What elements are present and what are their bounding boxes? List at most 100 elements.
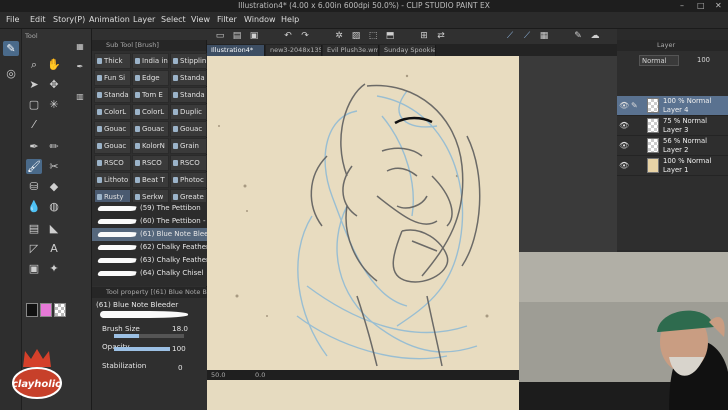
fill-selection-icon[interactable]: ▨ bbox=[350, 31, 362, 42]
brush-list-item-selected[interactable]: (61) Blue Note Bleeder bbox=[92, 228, 207, 241]
figure-icon[interactable]: ◣ bbox=[46, 221, 62, 236]
pen-icon[interactable]: ✒ bbox=[26, 139, 42, 154]
visibility-eye-icon[interactable]: 👁 bbox=[619, 161, 629, 170]
sub-color-swatch[interactable] bbox=[40, 303, 52, 317]
tab-evil-plush[interactable]: Evil Plush3e.wm bbox=[323, 45, 379, 56]
visibility-eye-icon[interactable]: 👁 bbox=[619, 141, 629, 150]
brush-cell[interactable]: Fun Si bbox=[94, 70, 131, 86]
select-all-icon[interactable]: ⬒ bbox=[384, 31, 396, 42]
minimize-button[interactable]: – bbox=[680, 1, 684, 10]
brush-list-item[interactable]: (60) The Pettibon - Nasty bbox=[92, 215, 207, 228]
brush-cell[interactable]: RSCO bbox=[94, 155, 131, 171]
menu-select[interactable]: Select bbox=[161, 15, 186, 24]
brush-cell[interactable]: Beat T bbox=[132, 172, 169, 188]
fill-icon[interactable]: ◍ bbox=[46, 199, 62, 214]
flip-icon[interactable]: ⇄ bbox=[435, 31, 447, 42]
zoom-readout[interactable]: 50.0 bbox=[211, 371, 225, 379]
brush-cell[interactable]: Gouac bbox=[94, 138, 131, 154]
rotation-readout[interactable]: 0.0 bbox=[255, 371, 265, 379]
redo-icon[interactable]: ↷ bbox=[299, 31, 311, 42]
menu-story[interactable]: Story(P) bbox=[53, 15, 85, 24]
sub-tool-side-icon[interactable]: ▦ bbox=[72, 39, 88, 54]
brush-cell[interactable]: Thick bbox=[94, 53, 131, 69]
selection-icon[interactable]: ▢ bbox=[26, 97, 42, 112]
opacity-value[interactable]: 100 bbox=[172, 344, 186, 353]
pattern-icon[interactable]: ▥ bbox=[72, 89, 88, 104]
visibility-eye-icon[interactable]: 👁 bbox=[619, 101, 629, 110]
brush-list-item[interactable]: (62) Chalky Featherer - Smooth bbox=[92, 241, 207, 254]
pencil-icon[interactable]: ✏ bbox=[46, 139, 62, 154]
brush-cell[interactable]: ColorL bbox=[94, 104, 131, 120]
brush-cell[interactable]: Grain bbox=[170, 138, 207, 154]
menu-edit[interactable]: Edit bbox=[30, 15, 46, 24]
main-color-swatch[interactable] bbox=[26, 303, 38, 317]
brush-cell[interactable]: Lithoto bbox=[94, 172, 131, 188]
tab-sunday-spookie[interactable]: Sunday Spookie bbox=[380, 45, 436, 56]
brush-cell[interactable]: Photoc bbox=[170, 172, 207, 188]
visibility-eye-icon[interactable]: 👁 bbox=[619, 121, 629, 130]
menu-animation[interactable]: Animation bbox=[89, 15, 130, 24]
tab-illustration4[interactable]: Illustration4* bbox=[207, 45, 265, 56]
brush-icon[interactable]: 🖌 bbox=[26, 159, 42, 174]
snap-grid-icon[interactable]: ⟋ bbox=[521, 31, 533, 42]
blend-mode-select[interactable]: Normal bbox=[639, 55, 679, 66]
brush-cell[interactable]: Gouac bbox=[170, 121, 207, 137]
brush-list-item[interactable]: (59) The Pettibon bbox=[92, 202, 207, 215]
menu-help[interactable]: Help bbox=[281, 15, 299, 24]
decoration-icon[interactable]: ✂ bbox=[46, 159, 62, 174]
brush-cell[interactable]: Tom E bbox=[132, 87, 169, 103]
brush-cell[interactable]: Edge bbox=[132, 70, 169, 86]
save-icon[interactable]: ▣ bbox=[248, 31, 260, 42]
opacity-slider[interactable] bbox=[114, 347, 170, 351]
layer-row[interactable]: 👁 56 % Normal Layer 2 bbox=[617, 136, 728, 156]
brush-tool-icon[interactable]: ✎ bbox=[3, 41, 19, 56]
cloud-icon[interactable]: ☁ bbox=[589, 31, 601, 42]
brush-cell[interactable]: ColorL bbox=[132, 104, 169, 120]
brush-cell[interactable]: Standa bbox=[170, 70, 207, 86]
brush-list-item[interactable]: (64) Chalky Chisel bbox=[92, 267, 207, 280]
brush-cell[interactable]: Standa bbox=[170, 87, 207, 103]
brush-cell[interactable]: Stipplin bbox=[170, 53, 207, 69]
transparent-color-swatch[interactable] bbox=[54, 303, 66, 317]
pen-group-icon[interactable]: ✒ bbox=[72, 59, 88, 74]
brush-cell[interactable]: Gouac bbox=[132, 121, 169, 137]
brush-cell[interactable]: Standa bbox=[94, 87, 131, 103]
frame-icon[interactable]: ▣ bbox=[26, 261, 42, 276]
assist-icon[interactable]: ✎ bbox=[572, 31, 584, 42]
close-window-button[interactable]: ✕ bbox=[715, 1, 722, 10]
gradient-icon[interactable]: ▤ bbox=[26, 221, 42, 236]
brush-size-slider[interactable] bbox=[114, 334, 184, 338]
layer-opacity-input[interactable]: 100 bbox=[697, 55, 725, 66]
balloon-icon[interactable]: ✦ bbox=[46, 261, 62, 276]
open-icon[interactable]: ▤ bbox=[231, 31, 243, 42]
operation-icon[interactable]: ➤ bbox=[26, 77, 42, 92]
clear-icon[interactable]: ✲ bbox=[333, 31, 345, 42]
blend-icon[interactable]: 💧 bbox=[26, 199, 42, 214]
brush-cell[interactable]: Gouac bbox=[94, 121, 131, 137]
text-icon[interactable]: A bbox=[46, 241, 62, 256]
undo-icon[interactable]: ↶ bbox=[282, 31, 294, 42]
menu-window[interactable]: Window bbox=[244, 15, 276, 24]
brush-cell[interactable]: KolorN bbox=[132, 138, 169, 154]
transform-icon[interactable]: ⬚ bbox=[367, 31, 379, 42]
snap-ruler-icon[interactable]: ⟋ bbox=[504, 31, 516, 42]
invert-icon[interactable]: ⊞ bbox=[418, 31, 430, 42]
menu-filter[interactable]: Filter bbox=[217, 15, 237, 24]
hand-icon[interactable]: ✋ bbox=[46, 57, 62, 72]
eyedropper-icon[interactable]: ⁄ bbox=[26, 117, 42, 132]
brush-list-item[interactable]: (63) Chalky Featherer - Rough bbox=[92, 254, 207, 267]
zoom-icon[interactable]: ⌕ bbox=[26, 57, 42, 72]
airbrush-icon[interactable]: ⛁ bbox=[26, 179, 42, 194]
auto-select-icon[interactable]: ✳ bbox=[46, 97, 62, 112]
ruler-icon[interactable]: ◸ bbox=[26, 241, 42, 256]
new-icon[interactable]: ▭ bbox=[214, 31, 226, 42]
layer-row[interactable]: 👁 100 % Normal Layer 1 bbox=[617, 156, 728, 176]
move-layer-icon[interactable]: ✥ bbox=[46, 77, 62, 92]
stabilization-value[interactable]: 0 bbox=[178, 363, 183, 372]
menu-file[interactable]: File bbox=[6, 15, 19, 24]
tab-new3[interactable]: new3-2048x1357 bbox=[266, 45, 322, 56]
drawing-canvas[interactable] bbox=[207, 56, 519, 370]
snap-special-icon[interactable]: ▦ bbox=[538, 31, 550, 42]
maximize-button[interactable]: □ bbox=[697, 1, 705, 10]
menu-view[interactable]: View bbox=[191, 15, 210, 24]
